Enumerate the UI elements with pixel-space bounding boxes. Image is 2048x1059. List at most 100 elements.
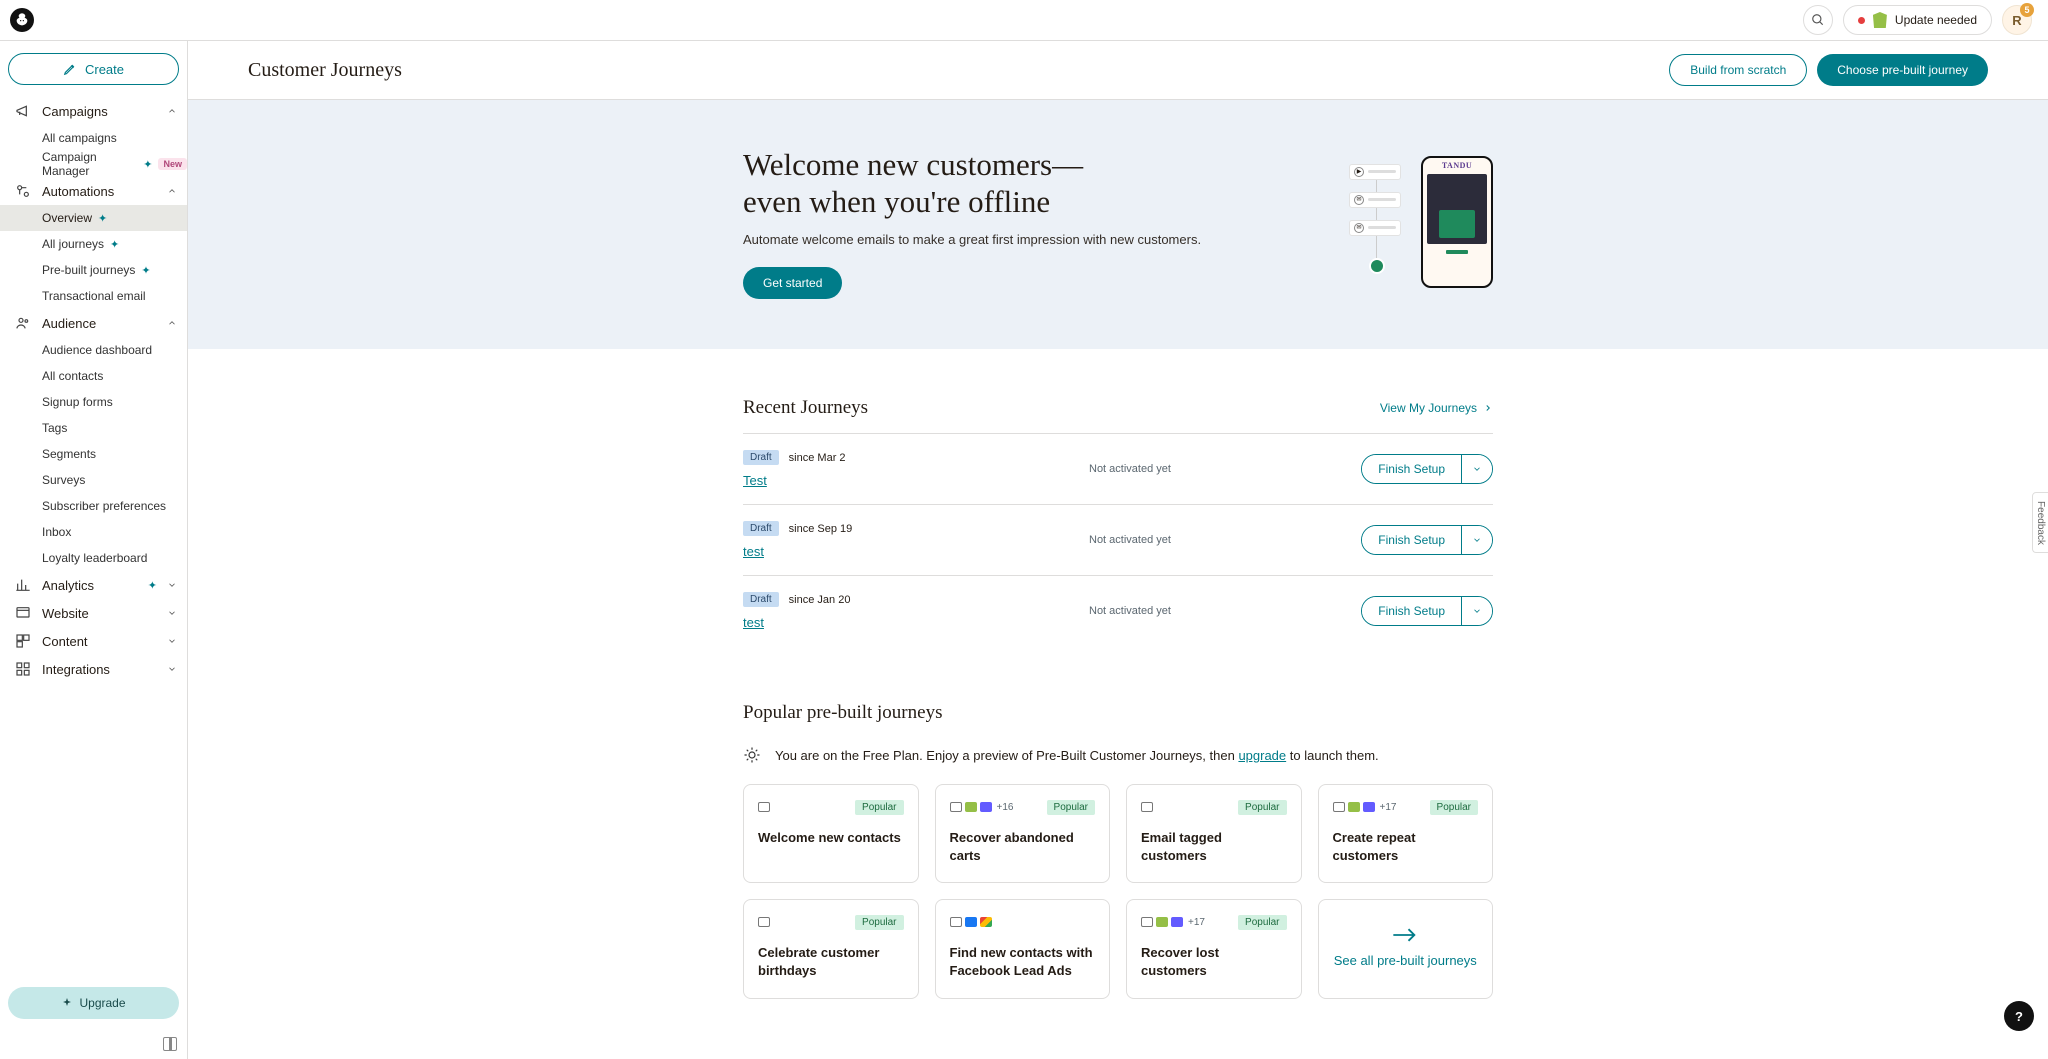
journey-actions-dropdown[interactable]: [1461, 597, 1492, 625]
chevron-up-icon: [167, 106, 177, 116]
nav-all-campaigns[interactable]: All campaigns: [0, 125, 187, 151]
finish-setup-button[interactable]: Finish Setup: [1362, 526, 1461, 554]
stripe-icon: [1171, 917, 1183, 927]
sparkle-icon: ✦: [110, 238, 119, 251]
website-icon: [14, 605, 32, 621]
journey-card[interactable]: Popular Email tagged customers: [1126, 784, 1302, 883]
integration-count: +17: [1380, 802, 1397, 813]
journey-name-link[interactable]: test: [743, 544, 764, 559]
hero-banner: Welcome new customers—even when you're o…: [188, 100, 2048, 349]
view-my-journeys-link[interactable]: View My Journeys: [1380, 401, 1493, 415]
collapse-sidebar-button[interactable]: [163, 1037, 177, 1051]
automation-icon: [14, 183, 32, 199]
recent-journeys-title: Recent Journeys: [743, 397, 868, 419]
page-title: Customer Journeys: [248, 59, 402, 82]
mail-icon: [1333, 802, 1345, 812]
fb-icon: [965, 917, 977, 927]
nav-campaigns[interactable]: Campaigns: [0, 97, 187, 125]
sparkle-icon: ✦: [141, 264, 150, 277]
chevron-right-icon: [1483, 403, 1493, 413]
integration-count: +17: [1188, 917, 1205, 928]
finish-setup-button[interactable]: Finish Setup: [1362, 455, 1461, 483]
choose-prebuilt-button[interactable]: Choose pre-built journey: [1817, 54, 1988, 86]
popular-badge: Popular: [855, 800, 903, 815]
get-started-button[interactable]: Get started: [743, 267, 842, 299]
card-title: Recover lost customers: [1141, 944, 1287, 979]
update-needed-button[interactable]: Update needed: [1843, 5, 1992, 35]
popular-badge: Popular: [1430, 800, 1478, 815]
journey-card[interactable]: Popular Celebrate customer birthdays: [743, 899, 919, 998]
build-from-scratch-button[interactable]: Build from scratch: [1669, 54, 1807, 86]
audience-icon: [14, 315, 32, 331]
alert-dot-icon: [1858, 17, 1865, 24]
search-button[interactable]: [1803, 5, 1833, 35]
upgrade-button[interactable]: Upgrade: [8, 987, 179, 1019]
update-label: Update needed: [1895, 13, 1977, 27]
hero-illustration: ▶ ✉ ✉ TANDU: [1343, 156, 1493, 290]
journey-card[interactable]: +17 Popular Create repeat customers: [1318, 784, 1494, 883]
journey-row: Draft since Mar 2 Test Not activated yet…: [743, 434, 1493, 505]
shopify-icon: [1873, 12, 1887, 28]
help-button[interactable]: ?: [2004, 1001, 2034, 1031]
nav-integrations[interactable]: Integrations: [0, 655, 187, 683]
journey-name-link[interactable]: Test: [743, 473, 767, 488]
nav-surveys[interactable]: Surveys: [0, 467, 187, 493]
nav-signup-forms[interactable]: Signup forms: [0, 389, 187, 415]
finish-setup-button[interactable]: Finish Setup: [1362, 597, 1461, 625]
nav-all-journeys[interactable]: All journeys✦: [0, 231, 187, 257]
nav-transactional-email[interactable]: Transactional email: [0, 283, 187, 309]
nav-loyalty-leaderboard[interactable]: Loyalty leaderboard: [0, 545, 187, 571]
mailchimp-logo-icon[interactable]: [10, 8, 34, 32]
since-label: since Jan 20: [789, 594, 851, 606]
sparkle-icon: ✦: [98, 212, 107, 225]
journey-card[interactable]: Find new contacts with Facebook Lead Ads: [935, 899, 1111, 998]
account-avatar[interactable]: R 5: [2002, 5, 2032, 35]
nav-audience-dashboard[interactable]: Audience dashboard: [0, 337, 187, 363]
nav-tags[interactable]: Tags: [0, 415, 187, 441]
journey-actions-dropdown[interactable]: [1461, 455, 1492, 483]
gads-icon: [980, 917, 992, 927]
journey-name-link[interactable]: test: [743, 615, 764, 630]
popular-badge: Popular: [1047, 800, 1095, 815]
nav-analytics[interactable]: Analytics ✦: [0, 571, 187, 599]
see-all-journeys-card[interactable]: See all pre-built journeys: [1318, 899, 1494, 998]
journey-card[interactable]: Popular Welcome new contacts: [743, 784, 919, 883]
journey-card[interactable]: +16 Popular Recover abandoned carts: [935, 784, 1111, 883]
arrow-right-icon: [1391, 927, 1419, 943]
nav-all-contacts[interactable]: All contacts: [0, 363, 187, 389]
popular-badge: Popular: [855, 915, 903, 930]
journey-card[interactable]: +17 Popular Recover lost customers: [1126, 899, 1302, 998]
popular-journeys-title: Popular pre-built journeys: [743, 702, 1493, 724]
nav-automations[interactable]: Automations: [0, 177, 187, 205]
plan-note: You are on the Free Plan. Enjoy a previe…: [743, 746, 1493, 764]
mail-icon: [758, 917, 770, 927]
nav-audience[interactable]: Audience: [0, 309, 187, 337]
upgrade-link[interactable]: upgrade: [1238, 748, 1286, 763]
journey-row: Draft since Jan 20 test Not activated ye…: [743, 576, 1493, 646]
chevron-down-icon: [167, 608, 177, 618]
nav-segments[interactable]: Segments: [0, 441, 187, 467]
nav-campaign-manager[interactable]: Campaign Manager ✦ New: [0, 151, 187, 177]
card-title: Find new contacts with Facebook Lead Ads: [950, 944, 1096, 979]
nav-inbox[interactable]: Inbox: [0, 519, 187, 545]
chevron-down-icon: [167, 664, 177, 674]
nav-website[interactable]: Website: [0, 599, 187, 627]
create-button[interactable]: Create: [8, 53, 179, 85]
mail-icon: [1141, 917, 1153, 927]
shop-icon: [1156, 917, 1168, 927]
feedback-tab[interactable]: Feedback: [2032, 492, 2048, 554]
hero-body: Automate welcome emails to make a great …: [743, 232, 1293, 247]
journey-actions-dropdown[interactable]: [1461, 526, 1492, 554]
status-chip: Draft: [743, 592, 779, 607]
since-label: since Mar 2: [789, 452, 846, 464]
nav-overview[interactable]: Overview✦: [0, 205, 187, 231]
nav-subscriber-preferences[interactable]: Subscriber preferences: [0, 493, 187, 519]
chevron-up-icon: [167, 318, 177, 328]
nav-content[interactable]: Content: [0, 627, 187, 655]
journey-row: Draft since Sep 19 test Not activated ye…: [743, 505, 1493, 576]
nav-prebuilt-journeys[interactable]: Pre-built journeys✦: [0, 257, 187, 283]
mail-icon: [1141, 802, 1153, 812]
popular-badge: Popular: [1238, 800, 1286, 815]
chevron-down-icon: [167, 580, 177, 590]
sparkle-icon: [61, 997, 73, 1009]
